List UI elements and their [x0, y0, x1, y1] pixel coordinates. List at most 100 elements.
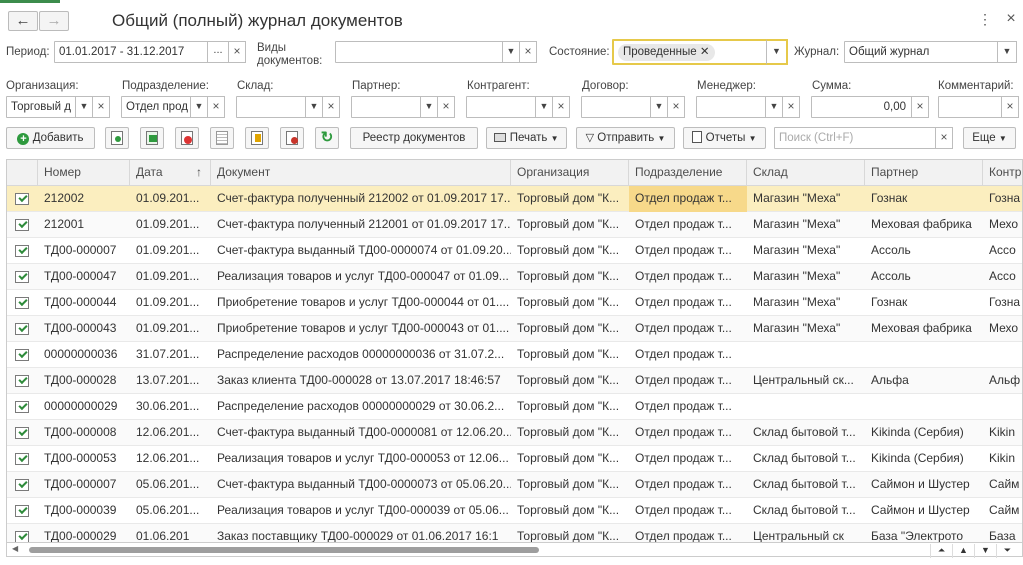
cell-counterparty: Мехо [989, 321, 1019, 335]
table-row[interactable]: ТД00-000008 12.06.201... Счет-фактура выда… [7, 420, 1022, 446]
sum-field[interactable]: 0,00 [811, 96, 912, 118]
manager-field[interactable] [696, 96, 766, 118]
contract-label: Договор: [582, 80, 629, 92]
state-label: Состояние: [549, 46, 610, 58]
contract-clear-button[interactable]: × [667, 96, 685, 118]
dept-clear-button[interactable]: × [207, 96, 225, 118]
table-row[interactable]: 00000000029 30.06.201... Распределение рас… [7, 394, 1022, 420]
table-row[interactable]: ТД00-000007 01.09.201... Счет-фактура выда… [7, 238, 1022, 264]
column-header-counterparty[interactable]: Контр [983, 160, 1022, 186]
org-field[interactable]: Торговый д [6, 96, 76, 118]
comment-field[interactable] [938, 96, 1002, 118]
scroll-left-icon[interactable]: ◀ [12, 544, 18, 553]
contract-field[interactable] [581, 96, 651, 118]
counterparty-dropdown-button[interactable]: ▼ [535, 96, 553, 118]
warehouse-dropdown-button[interactable]: ▼ [305, 96, 323, 118]
reports-button[interactable]: Отчеты ▼ [683, 127, 766, 149]
org-clear-button[interactable]: × [92, 96, 110, 118]
warehouse-clear-button[interactable]: × [322, 96, 340, 118]
table-row[interactable]: ТД00-000028 13.07.201... Заказ клиента ТД0… [7, 368, 1022, 394]
cell-number: ТД00-000008 [44, 425, 117, 439]
add-button[interactable]: + Добавить [6, 127, 95, 149]
registry-button[interactable]: Реестр документов [350, 127, 478, 149]
column-header-department[interactable]: Подразделение [629, 160, 747, 186]
org-dropdown-button[interactable]: ▼ [75, 96, 93, 118]
partner-dropdown-button[interactable]: ▼ [420, 96, 438, 118]
period-clear-button[interactable]: × [228, 41, 246, 63]
more-button[interactable]: Еще ▼ [963, 127, 1016, 149]
warehouse-field[interactable] [236, 96, 306, 118]
doc-types-field[interactable] [335, 41, 503, 63]
counterparty-field[interactable] [466, 96, 536, 118]
cell-document: Счет-фактура выданный ТД00-0000081 от 12… [217, 425, 511, 439]
contract-dropdown-button[interactable]: ▼ [650, 96, 668, 118]
sort-ascending-icon: ↑ [196, 165, 202, 179]
manager-dropdown-button[interactable]: ▼ [765, 96, 783, 118]
column-header-number[interactable]: Номер [38, 160, 130, 186]
create-based-on-button[interactable] [245, 127, 269, 149]
scrollbar-thumb[interactable] [29, 547, 539, 553]
counterparty-clear-button[interactable]: × [552, 96, 570, 118]
table-row[interactable]: 212001 01.09.201... Счет-фактура полученны… [7, 212, 1022, 238]
table-row[interactable]: ТД00-000007 05.06.201... Счет-фактура выда… [7, 472, 1022, 498]
search-clear-button[interactable]: × [935, 127, 953, 149]
refresh-button[interactable]: ↻ [315, 127, 339, 149]
table-row[interactable]: 00000000036 31.07.201... Распределение рас… [7, 342, 1022, 368]
column-header-document[interactable]: Документ [211, 160, 511, 186]
cell-department: Отдел продаж т... [635, 399, 732, 413]
comment-clear-button[interactable]: × [1001, 96, 1019, 118]
document-structure-button[interactable] [280, 127, 304, 149]
column-header-organization[interactable]: Организация [511, 160, 629, 186]
cell-partner: Гознак [871, 191, 908, 205]
more-actions-icon[interactable]: ⋮ [976, 11, 994, 28]
sum-label: Сумма: [812, 80, 852, 92]
close-icon[interactable]: × [1002, 10, 1020, 28]
add-icon: + [17, 133, 30, 145]
journal-field[interactable]: Общий журнал [844, 41, 998, 63]
table-row[interactable]: ТД00-000044 01.09.201... Приобретение това… [7, 290, 1022, 316]
table-row[interactable]: ТД00-000047 01.09.201... Реализация товаро… [7, 264, 1022, 290]
state-tag[interactable]: Проведенные ✕ [618, 44, 715, 61]
table-row[interactable]: ТД00-000043 01.09.201... Приобретение това… [7, 316, 1022, 342]
print-button[interactable]: Печать ▼ [486, 127, 567, 149]
period-field[interactable]: 01.01.2017 - 31.12.2017 [54, 41, 208, 63]
sum-clear-button[interactable]: × [911, 96, 929, 118]
scroll-bottom-button[interactable]: ⏷ [996, 544, 1018, 558]
unpost-document-button[interactable] [175, 127, 199, 149]
journal-dropdown-button[interactable]: ▼ [997, 41, 1017, 63]
documents-table[interactable]: Номер Дата ↑ Документ Организация Подразд… [6, 159, 1023, 543]
column-header-date[interactable]: Дата ↑ [130, 160, 211, 186]
doc-types-clear-button[interactable]: × [519, 41, 537, 63]
cell-date: 01.09.201... [136, 269, 200, 283]
period-select-button[interactable]: ... [207, 41, 229, 63]
partner-field[interactable] [351, 96, 421, 118]
send-button[interactable]: ▽ Отправить ▼ [576, 127, 675, 149]
column-header-partner[interactable]: Партнер [865, 160, 983, 186]
table-row[interactable]: ТД00-000039 05.06.201... Реализация товаро… [7, 498, 1022, 524]
back-button[interactable]: ← [8, 11, 38, 31]
page-down-button[interactable]: ▼ [974, 544, 996, 558]
copy-document-button[interactable] [105, 127, 129, 149]
scroll-top-button[interactable]: ⏶ [930, 544, 952, 558]
post-document-button[interactable] [140, 127, 164, 149]
table-row[interactable]: ТД00-000029 01.06.201 Заказ поставщику ТД0… [7, 524, 1022, 542]
dept-field[interactable]: Отдел прод [121, 96, 191, 118]
dept-dropdown-button[interactable]: ▼ [190, 96, 208, 118]
doc-types-dropdown-button[interactable]: ▼ [502, 41, 520, 63]
cell-organization: Торговый дом "К... [517, 321, 620, 335]
partner-clear-button[interactable]: × [437, 96, 455, 118]
document-structure-icon [286, 130, 298, 145]
column-header-warehouse[interactable]: Склад [747, 160, 865, 186]
state-dropdown-button[interactable]: ▼ [766, 39, 788, 65]
state-field[interactable]: Проведенные ✕ [612, 39, 768, 65]
cell-document: Приобретение товаров и услуг ТД00-000043… [217, 321, 510, 335]
remove-tag-icon[interactable]: ✕ [700, 46, 710, 58]
forward-button[interactable]: → [39, 11, 69, 31]
table-row[interactable]: 212002 01.09.201... Счет-фактура полученны… [7, 186, 1022, 212]
search-input[interactable]: Поиск (Ctrl+F) [774, 127, 936, 149]
table-row[interactable]: ТД00-000053 12.06.201... Реализация товаро… [7, 446, 1022, 472]
manager-clear-button[interactable]: × [782, 96, 800, 118]
page-up-button[interactable]: ▲ [952, 544, 974, 558]
list-view-button[interactable] [210, 127, 234, 149]
horizontal-scrollbar[interactable]: ◀ [6, 543, 1023, 557]
